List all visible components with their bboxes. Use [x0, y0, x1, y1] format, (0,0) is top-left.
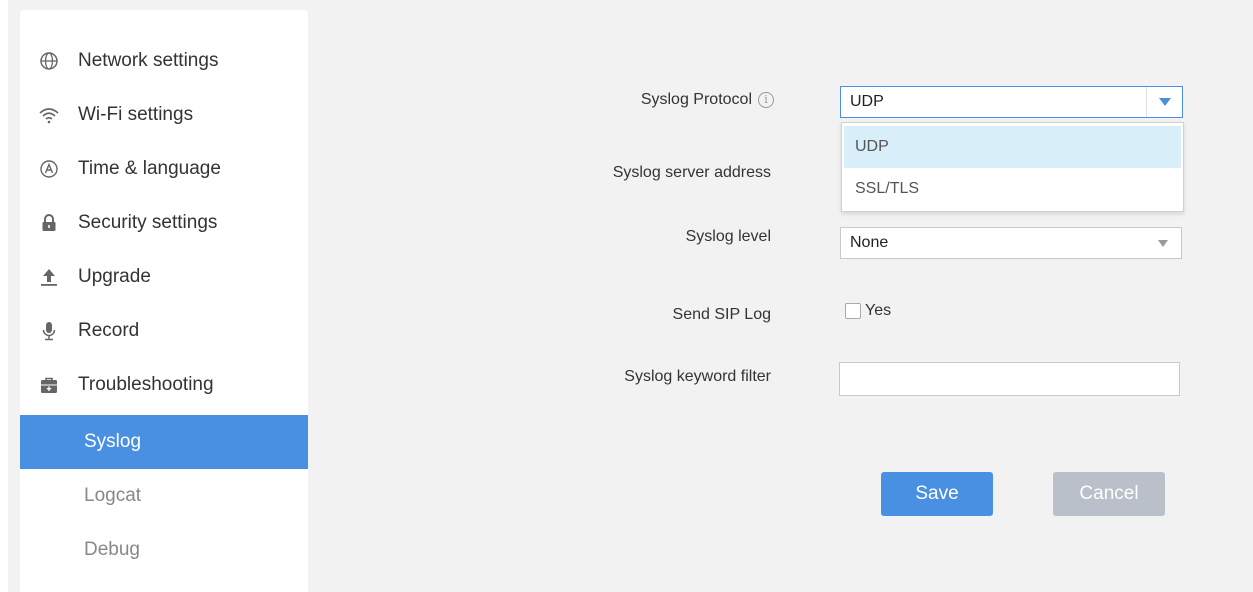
globe-icon — [38, 50, 60, 72]
sidebar-item-record[interactable]: Record — [20, 304, 308, 358]
syslog-keyword-filter-input[interactable] — [839, 362, 1180, 396]
sidebar-item-label: Security settings — [78, 212, 218, 233]
sidebar-item-time-language[interactable]: Time & language — [20, 142, 308, 196]
wifi-icon — [38, 104, 60, 126]
sidebar-item-label: Wi-Fi settings — [78, 104, 194, 125]
sidebar-item-wifi-settings[interactable]: Wi-Fi settings — [20, 88, 308, 142]
sidebar-item-network-settings[interactable]: Network settings — [20, 34, 308, 88]
sidebar-item-label: Troubleshooting — [78, 374, 214, 395]
language-icon — [38, 158, 60, 180]
sidebar: Network settings Wi-Fi settings Time & l… — [20, 10, 308, 592]
chevron-down-icon[interactable] — [1146, 87, 1182, 117]
syslog-level-label: Syslog level — [685, 228, 771, 245]
sidebar-item-security-settings[interactable]: Security settings — [20, 196, 308, 250]
send-sip-log-checkbox[interactable] — [845, 303, 861, 319]
toolbox-icon — [38, 374, 60, 396]
save-button[interactable]: Save — [881, 472, 993, 516]
sidebar-subitem-logcat[interactable]: Logcat — [20, 469, 308, 523]
sidebar-item-label: Network settings — [78, 50, 219, 71]
sidebar-item-label: Time & language — [78, 158, 221, 179]
lock-icon — [38, 212, 60, 234]
syslog-protocol-select[interactable]: UDP — [840, 86, 1183, 118]
sidebar-subitem-debug[interactable]: Debug — [20, 523, 308, 577]
syslog-protocol-label: Syslog Protocol i — [474, 91, 774, 109]
sidebar-item-troubleshooting[interactable]: Troubleshooting — [20, 358, 308, 412]
syslog-level-value: None — [850, 234, 889, 251]
sidebar-item-upgrade[interactable]: Upgrade — [20, 250, 308, 304]
syslog-keyword-filter-label: Syslog keyword filter — [624, 368, 771, 385]
syslog-protocol-dropdown: UDP SSL/TLS — [841, 122, 1184, 212]
cancel-button[interactable]: Cancel — [1053, 472, 1165, 516]
syslog-protocol-label-text: Syslog Protocol — [640, 91, 752, 108]
syslog-protocol-value: UDP — [850, 93, 884, 110]
chevron-down-icon[interactable] — [1145, 228, 1181, 258]
sidebar-subitem-syslog[interactable]: Syslog — [20, 415, 308, 469]
dropdown-option-udp[interactable]: UDP — [844, 126, 1181, 168]
info-icon[interactable]: i — [758, 92, 774, 108]
dropdown-option-ssl-tls[interactable]: SSL/TLS — [842, 168, 1183, 210]
send-sip-log-checkbox-wrap: Yes — [845, 302, 891, 320]
syslog-server-address-label: Syslog server address — [612, 164, 771, 181]
send-sip-log-checkbox-label: Yes — [865, 302, 892, 319]
send-sip-log-label: Send SIP Log — [672, 306, 771, 323]
microphone-icon — [38, 320, 60, 342]
sidebar-item-label: Record — [78, 320, 140, 341]
syslog-level-select[interactable]: None — [840, 227, 1182, 259]
left-edge — [0, 0, 8, 592]
sidebar-item-label: Upgrade — [78, 266, 151, 287]
upload-icon — [38, 266, 60, 288]
